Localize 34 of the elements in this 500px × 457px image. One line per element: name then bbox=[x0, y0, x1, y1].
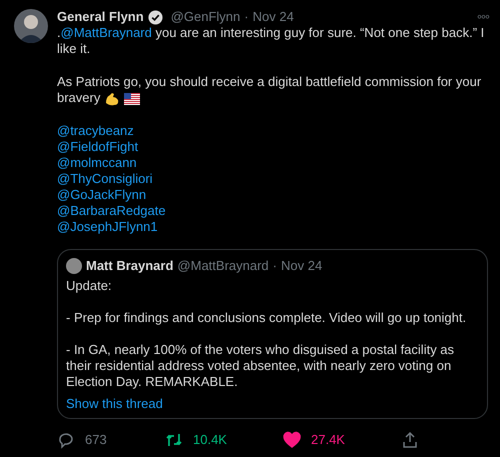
tweet-date[interactable]: Nov 24 bbox=[281, 258, 322, 274]
like-button[interactable]: 27.4K bbox=[283, 430, 401, 449]
avatar[interactable] bbox=[14, 9, 48, 43]
quoted-text: - Prep for findings and conclusions complete. Video will go up tonight. bbox=[66, 310, 468, 326]
mention-link[interactable]: @MattBraynard bbox=[60, 25, 152, 40]
show-thread-link[interactable]: Show this thread bbox=[66, 396, 163, 412]
retweet-button[interactable]: 10.4K bbox=[165, 430, 283, 449]
mention-link[interactable]: @JosephJFlynn1 bbox=[57, 218, 158, 235]
author-name[interactable]: General Flynn bbox=[57, 9, 144, 25]
mention-link[interactable]: @molmccann bbox=[57, 154, 137, 171]
heart-icon bbox=[283, 430, 301, 449]
author-handle[interactable]: @MattBraynard bbox=[177, 258, 269, 274]
tweet-text: As Patriots go, you should receive a digital battlefield commission for your bravery bbox=[57, 74, 482, 107]
speech-bubble-icon bbox=[57, 430, 75, 449]
mention-link[interactable]: @ThyConsigliori bbox=[57, 170, 153, 187]
more-menu[interactable]: ∘∘∘ bbox=[476, 9, 488, 25]
quoted-text: Update: bbox=[66, 278, 113, 294]
avatar[interactable] bbox=[66, 258, 82, 274]
tweet-date[interactable]: Nov 24 bbox=[252, 9, 294, 25]
mention-link[interactable]: @GoJackFlynn bbox=[57, 186, 146, 203]
mention-link[interactable]: @BarbaraRedgate bbox=[57, 202, 166, 219]
reply-button[interactable]: 673 bbox=[57, 430, 165, 449]
flag-icon bbox=[124, 92, 140, 105]
separator-dot: · bbox=[272, 258, 277, 274]
mention-link[interactable]: @tracybeanz bbox=[57, 122, 134, 139]
flexed-arm-icon bbox=[104, 90, 120, 107]
separator-dot: · bbox=[244, 9, 249, 25]
tweet-text: .@MattBraynard you are an interesting guy for sure. “Not one step back.” I like it. bbox=[57, 25, 486, 57]
author-name[interactable]: Matt Braynard bbox=[86, 258, 174, 274]
quoted-text: - In GA, nearly 100% of the voters who disguised a postal facility as their residential address voted absentee, with nearly zero voting on Election Day. REMARKABLE. bbox=[66, 342, 456, 390]
quoted-tweet-card[interactable] bbox=[57, 248, 488, 419]
share-icon bbox=[401, 430, 419, 449]
mention-link[interactable]: @FieldofFight bbox=[57, 138, 138, 155]
author-handle[interactable]: @GenFlynn bbox=[170, 9, 240, 25]
